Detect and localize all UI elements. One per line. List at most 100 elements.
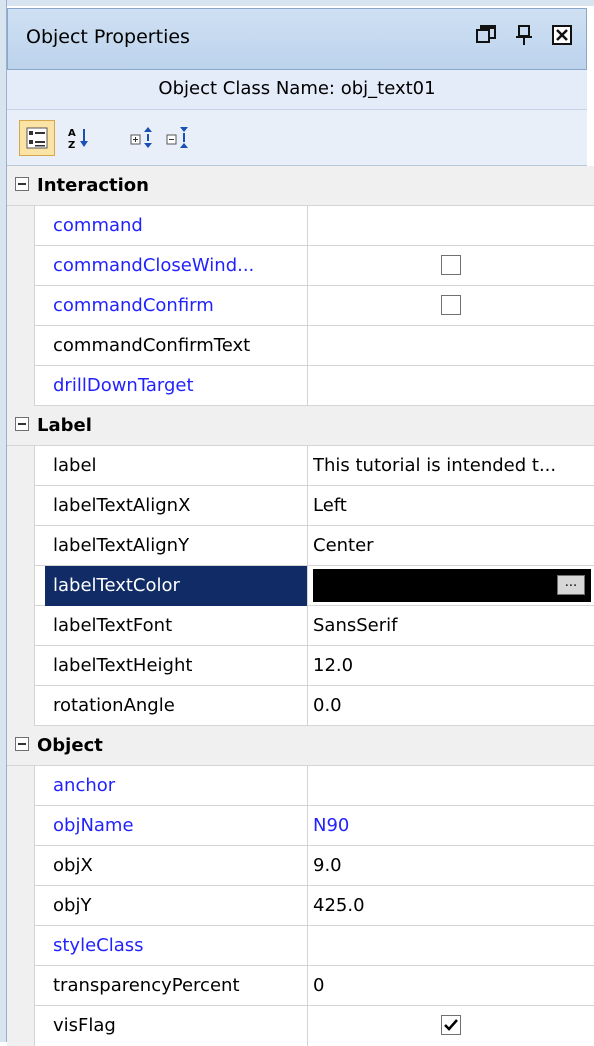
column-separator [307, 1006, 308, 1046]
collapse-toggle-icon[interactable] [15, 177, 29, 191]
row-gutter [7, 366, 35, 406]
row-gutter [7, 886, 35, 926]
property-value[interactable] [313, 766, 591, 806]
category-label: Interaction [37, 175, 149, 196]
collapse-toggle-icon[interactable] [15, 737, 29, 751]
property-name: commandConfirm [53, 295, 214, 316]
category-object[interactable]: Object [7, 726, 594, 766]
property-row-anchor[interactable]: anchor [7, 766, 594, 806]
row-gutter [7, 286, 35, 326]
object-class-name: Object Class Name: obj_text01 [7, 70, 587, 110]
property-row-obj-name[interactable]: objName N90 [7, 806, 594, 846]
property-value[interactable]: SansSerif [313, 606, 591, 646]
property-row-style-class[interactable]: styleClass [7, 926, 594, 966]
property-name: commandConfirmText [53, 335, 251, 356]
property-row-command-confirm[interactable]: commandConfirm [7, 286, 594, 326]
property-name: visFlag [53, 1015, 116, 1036]
property-value[interactable] [313, 366, 591, 406]
property-name: commandCloseWind... [53, 255, 255, 276]
property-row-label-text-align-x[interactable]: labelTextAlignX Left [7, 486, 594, 526]
category-interaction[interactable]: Interaction [7, 166, 594, 206]
property-name: rotationAngle [53, 695, 175, 716]
property-row-label-text-height[interactable]: labelTextHeight 12.0 [7, 646, 594, 686]
column-separator [307, 606, 308, 646]
column-separator [307, 446, 308, 486]
column-separator [307, 646, 308, 686]
property-row-command[interactable]: command [7, 206, 594, 246]
object-properties-panel: Object Properties Object Class Name: obj… [0, 0, 594, 1046]
color-swatch[interactable]: ... [313, 569, 591, 602]
column-separator [307, 886, 308, 926]
color-picker-button[interactable]: ... [557, 575, 585, 595]
property-value[interactable]: 0 [313, 966, 591, 1006]
property-value[interactable] [313, 206, 591, 246]
row-gutter [7, 646, 35, 686]
property-toolbar: AZ [7, 110, 587, 166]
property-name: command [53, 215, 143, 236]
category-label[interactable]: Label [7, 406, 594, 446]
close-icon[interactable] [550, 23, 574, 47]
row-gutter [7, 1006, 35, 1046]
property-row-rotation-angle[interactable]: rotationAngle 0.0 [7, 686, 594, 726]
property-name: drillDownTarget [53, 375, 194, 396]
property-row-drill-down-target[interactable]: drillDownTarget [7, 366, 594, 406]
column-separator [307, 966, 308, 1006]
column-separator [307, 366, 308, 406]
property-row-obj-x[interactable]: objX 9.0 [7, 846, 594, 886]
column-separator [307, 766, 308, 806]
left-edge [0, 0, 7, 1042]
property-grid: Interaction command commandCloseWind... … [7, 166, 594, 1046]
column-separator [307, 806, 308, 846]
row-gutter [7, 806, 35, 846]
panel-titlebar: Object Properties [7, 8, 587, 70]
top-strip [0, 0, 594, 6]
row-gutter [7, 326, 35, 366]
property-row-label[interactable]: label This tutorial is intended t... [7, 446, 594, 486]
collapse-all-icon[interactable] [161, 120, 197, 156]
property-name: label [53, 455, 97, 476]
property-row-command-confirm-text[interactable]: commandConfirmText [7, 326, 594, 366]
column-separator [307, 206, 308, 246]
property-name: labelTextAlignY [53, 535, 190, 556]
categorized-view-icon[interactable] [19, 120, 55, 156]
column-separator [307, 486, 308, 526]
property-name: objY [53, 895, 92, 916]
property-row-transparency-percent[interactable]: transparencyPercent 0 [7, 966, 594, 1006]
alphabetical-sort-icon[interactable]: AZ [61, 120, 97, 156]
property-value[interactable]: 0.0 [313, 686, 591, 726]
property-name: labelTextHeight [53, 655, 193, 676]
row-gutter [7, 846, 35, 886]
property-value[interactable]: 12.0 [313, 646, 591, 686]
command-close-window-checkbox[interactable] [441, 255, 461, 275]
row-gutter [7, 206, 35, 246]
property-name: anchor [53, 775, 116, 796]
pin-icon[interactable] [512, 23, 536, 47]
column-separator [307, 846, 308, 886]
property-row-label-text-color[interactable]: labelTextColor ... [7, 566, 594, 606]
panel-title: Object Properties [26, 26, 190, 48]
expand-all-icon[interactable] [125, 120, 161, 156]
property-row-label-text-align-y[interactable]: labelTextAlignY Center [7, 526, 594, 566]
property-value[interactable]: N90 [313, 806, 591, 846]
property-value[interactable] [313, 326, 591, 366]
category-label: Object [37, 735, 103, 756]
property-value[interactable]: This tutorial is intended t... [313, 446, 591, 486]
property-row-command-close-window[interactable]: commandCloseWind... [7, 246, 594, 286]
property-value[interactable] [313, 926, 591, 966]
property-name: labelTextFont [53, 615, 173, 636]
row-gutter [7, 246, 35, 286]
row-gutter [7, 486, 35, 526]
restore-window-icon[interactable] [474, 23, 498, 47]
property-value[interactable]: 9.0 [313, 846, 591, 886]
vis-flag-checkbox[interactable] [441, 1015, 461, 1035]
property-row-label-text-font[interactable]: labelTextFont SansSerif [7, 606, 594, 646]
property-name: labelTextColor [45, 566, 307, 606]
property-value[interactable]: 425.0 [313, 886, 591, 926]
command-confirm-checkbox[interactable] [441, 295, 461, 315]
column-separator [307, 286, 308, 326]
property-value[interactable]: Center [313, 526, 591, 566]
collapse-toggle-icon[interactable] [15, 417, 29, 431]
property-value[interactable]: Left [313, 486, 591, 526]
property-row-obj-y[interactable]: objY 425.0 [7, 886, 594, 926]
property-row-vis-flag[interactable]: visFlag [7, 1006, 594, 1046]
